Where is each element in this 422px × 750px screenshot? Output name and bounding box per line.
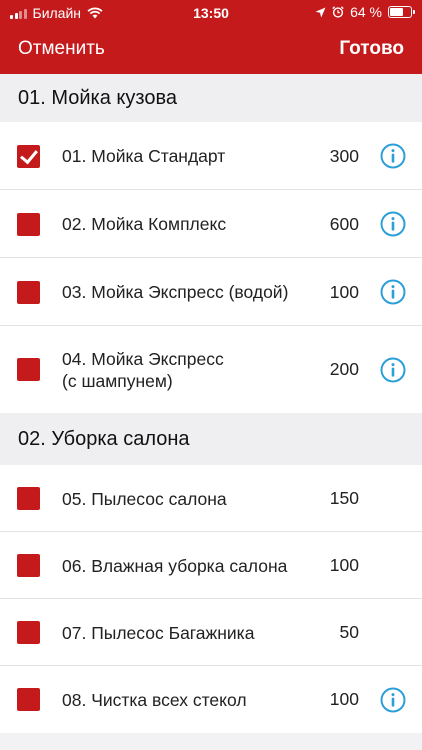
list-item[interactable]: 04. Мойка Экспресс (с шампунем) 200 <box>0 326 422 413</box>
done-button[interactable]: Готово <box>339 38 404 60</box>
cancel-button[interactable]: Отменить <box>18 38 105 60</box>
item-name: 05. Пылесос салона <box>62 488 227 509</box>
item-price: 200 <box>329 359 359 379</box>
list-item[interactable]: 08. Чистка всех стекол 100 <box>0 666 422 733</box>
item-name: 03. Мойка Экспресс (водой) <box>62 282 289 302</box>
checkbox[interactable] <box>17 358 40 381</box>
item-price: 100 <box>329 281 359 302</box>
item-name: 01. Мойка Стандарт <box>62 146 226 166</box>
list-item[interactable]: 03. Мойка Экспресс (водой) 100 <box>0 258 422 326</box>
info-icon[interactable] <box>380 687 406 713</box>
battery-fill <box>390 8 403 16</box>
status-bar: Билайн 13:50 64 % <box>0 0 422 26</box>
item-price: 150 <box>329 488 359 508</box>
checkbox[interactable] <box>17 621 40 644</box>
checkbox[interactable] <box>17 487 40 510</box>
list-item[interactable]: 07. Пылесос Багажника 50 <box>0 599 422 666</box>
alarm-icon <box>332 6 344 18</box>
checkbox[interactable] <box>17 212 40 236</box>
checkbox[interactable] <box>17 554 40 577</box>
info-icon[interactable] <box>380 357 406 383</box>
item-price: 50 <box>339 622 359 642</box>
list-item[interactable]: 05. Пылесос салона 150 <box>0 465 422 532</box>
nav-bar: Отменить Готово <box>0 26 422 74</box>
item-name: 07. Пылесос Багажника <box>62 622 255 643</box>
info-icon[interactable] <box>380 143 406 169</box>
item-price: 600 <box>329 213 359 234</box>
item-name-line-2: (с шампунем) <box>62 370 173 391</box>
item-price: 100 <box>329 689 359 709</box>
info-icon[interactable] <box>380 279 406 305</box>
item-name: 02. Мойка Комплекс <box>62 214 227 234</box>
list-item[interactable]: 06. Влажная уборка салона 100 <box>0 532 422 599</box>
location-arrow-icon <box>315 7 326 17</box>
list-item[interactable]: 02. Мойка Комплекс 600 <box>0 190 422 258</box>
item-name-line-1: 04. Мойка Экспресс <box>62 348 224 369</box>
battery-percent: 64 % <box>350 4 382 20</box>
section-header-interior-cleaning: 02. Уборка салона <box>0 413 422 465</box>
info-icon[interactable] <box>380 211 406 237</box>
item-name: 08. Чистка всех стекол <box>62 689 247 710</box>
item-name: 06. Влажная уборка салона <box>62 555 288 576</box>
checkbox[interactable] <box>17 144 40 168</box>
section-header-body-wash: 01. Мойка кузова <box>0 74 422 122</box>
checkbox[interactable] <box>17 280 40 304</box>
battery-icon <box>388 6 415 18</box>
item-price: 300 <box>329 145 359 166</box>
top-bar: Билайн 13:50 64 % Отменить Готово <box>0 0 422 74</box>
item-price: 100 <box>329 555 359 575</box>
checkbox[interactable] <box>17 688 40 711</box>
item-name: 04. Мойка Экспресс (с шампунем) <box>62 348 224 392</box>
list-item[interactable]: 01. Мойка Стандарт 300 <box>0 122 422 190</box>
